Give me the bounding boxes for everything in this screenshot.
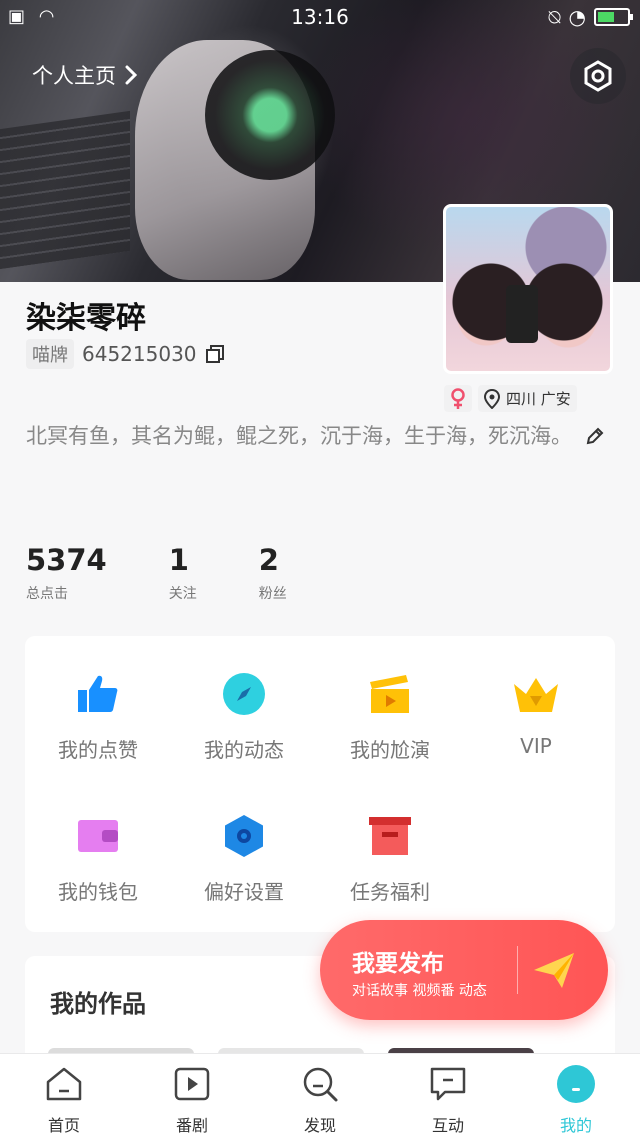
menu-item-preferences[interactable]: 偏好设置 xyxy=(171,812,317,905)
hexagon-settings-icon xyxy=(584,60,612,92)
stat-value: 1 xyxy=(168,543,189,577)
stat-label: 总点击 xyxy=(26,586,68,602)
stat-total-clicks[interactable]: 5374 总点击 xyxy=(26,543,107,603)
menu-label: 任务福利 xyxy=(350,880,430,904)
nav-item-discover[interactable]: 发现 xyxy=(256,1054,384,1138)
stat-following[interactable]: 1 关注 xyxy=(169,543,197,603)
menu-item-activity[interactable]: 我的动态 xyxy=(171,670,317,763)
nav-label: 互动 xyxy=(431,1116,464,1135)
nav-label: 番剧 xyxy=(175,1116,208,1135)
menu-item-wallet[interactable]: 我的钱包 xyxy=(25,812,171,905)
id-tag: 喵牌 xyxy=(26,339,74,369)
nav-item-mine[interactable]: 我的 xyxy=(512,1054,640,1138)
copy-icon[interactable] xyxy=(205,344,225,364)
profile-name: 染柒零碎 xyxy=(26,301,146,336)
gender-badge xyxy=(444,385,472,412)
wallet-icon xyxy=(78,820,118,852)
menu-label: 偏好设置 xyxy=(204,880,284,904)
bio-text: 北冥有鱼，其名为鲲，鲲之死，沉于海，生于海，死沉海。 xyxy=(26,424,572,448)
avatar[interactable] xyxy=(443,204,613,374)
publish-divider xyxy=(517,946,518,994)
profile-bio[interactable]: 北冥有鱼，其名为鲲，鲲之死，沉于海，生于海，死沉海。 xyxy=(26,420,606,452)
hexagon-settings-icon xyxy=(225,815,263,857)
stat-followers[interactable]: 2 粉丝 xyxy=(259,543,287,603)
clapperboard-icon xyxy=(370,675,409,713)
bottom-nav: 首页 番剧 发现 互动 我的 xyxy=(0,1053,640,1138)
nav-label: 发现 xyxy=(303,1116,336,1135)
chat-icon xyxy=(430,1067,466,1101)
id-number: 645215030 xyxy=(82,342,197,366)
location-pin-icon xyxy=(484,388,500,409)
profile-id-row: 喵牌 645215030 xyxy=(26,339,225,369)
settings-button[interactable] xyxy=(570,48,626,104)
menu-label: VIP xyxy=(520,734,552,758)
status-time: 13:16 xyxy=(291,5,349,29)
stat-label: 关注 xyxy=(168,586,197,602)
stat-label: 粉丝 xyxy=(258,586,287,602)
edit-pencil-icon[interactable] xyxy=(585,426,605,446)
profile-icon xyxy=(557,1065,595,1103)
nav-label: 我的 xyxy=(559,1116,592,1135)
crown-icon xyxy=(514,678,558,712)
menu-item-task-rewards[interactable]: 任务福利 xyxy=(317,812,463,905)
nav-label: 首页 xyxy=(47,1116,80,1135)
status-icons-right: ⍉ ◔ xyxy=(548,5,633,29)
location-badge: 四川 广安 xyxy=(478,385,577,412)
compass-icon xyxy=(223,673,265,715)
status-bar: ▣ ◠ 13:16 ⍉ ◔ xyxy=(0,0,640,34)
female-icon xyxy=(451,387,465,409)
stats-row: 5374 总点击 1 关注 2 粉丝 xyxy=(26,543,349,603)
menu-label: 我的钱包 xyxy=(58,880,138,904)
search-icon xyxy=(303,1067,338,1102)
nav-item-home[interactable]: 首页 xyxy=(0,1054,128,1138)
menu-card: 我的点赞 我的动态 我的尬演 VIP 我的钱包 偏好设置 任务福利 xyxy=(25,636,615,932)
avatar-photo-detail xyxy=(506,285,538,343)
publish-title: 我要发布 xyxy=(352,951,444,977)
menu-label: 我的点赞 xyxy=(58,738,138,762)
home-icon xyxy=(46,1067,82,1101)
menu-item-likes[interactable]: 我的点赞 xyxy=(25,670,171,763)
paper-plane-icon xyxy=(534,953,574,988)
publish-button[interactable]: 我要发布 对话故事 视频番 动态 xyxy=(320,920,608,1020)
personal-homepage-link[interactable]: 个人主页 xyxy=(32,60,138,90)
nav-item-interact[interactable]: 互动 xyxy=(384,1054,512,1138)
stat-value: 5374 xyxy=(26,543,107,577)
battery-icon xyxy=(594,8,633,26)
works-title: 我的作品 xyxy=(50,990,146,1018)
alarm-icon: ◔ xyxy=(568,5,586,29)
gift-box-icon xyxy=(369,817,411,855)
menu-item-performances[interactable]: 我的尬演 xyxy=(317,670,463,763)
play-box-icon xyxy=(174,1067,210,1101)
thumbs-up-icon xyxy=(78,675,118,712)
publish-subtitle: 对话故事 视频番 动态 xyxy=(352,983,487,999)
nav-item-series[interactable]: 番剧 xyxy=(128,1054,256,1138)
keyboard-image-part xyxy=(0,110,130,270)
stat-value: 2 xyxy=(258,543,279,577)
home-link-label: 个人主页 xyxy=(32,64,116,88)
headphone-image-part xyxy=(205,50,335,180)
profile-chips: 四川 广安 xyxy=(444,385,577,412)
menu-label: 我的动态 xyxy=(204,738,284,762)
mute-icon: ⍉ xyxy=(548,5,561,29)
location-text: 四川 广安 xyxy=(506,390,571,408)
chevron-right-icon xyxy=(125,65,138,85)
menu-label: 我的尬演 xyxy=(350,738,430,762)
menu-item-vip[interactable]: VIP xyxy=(463,670,609,758)
